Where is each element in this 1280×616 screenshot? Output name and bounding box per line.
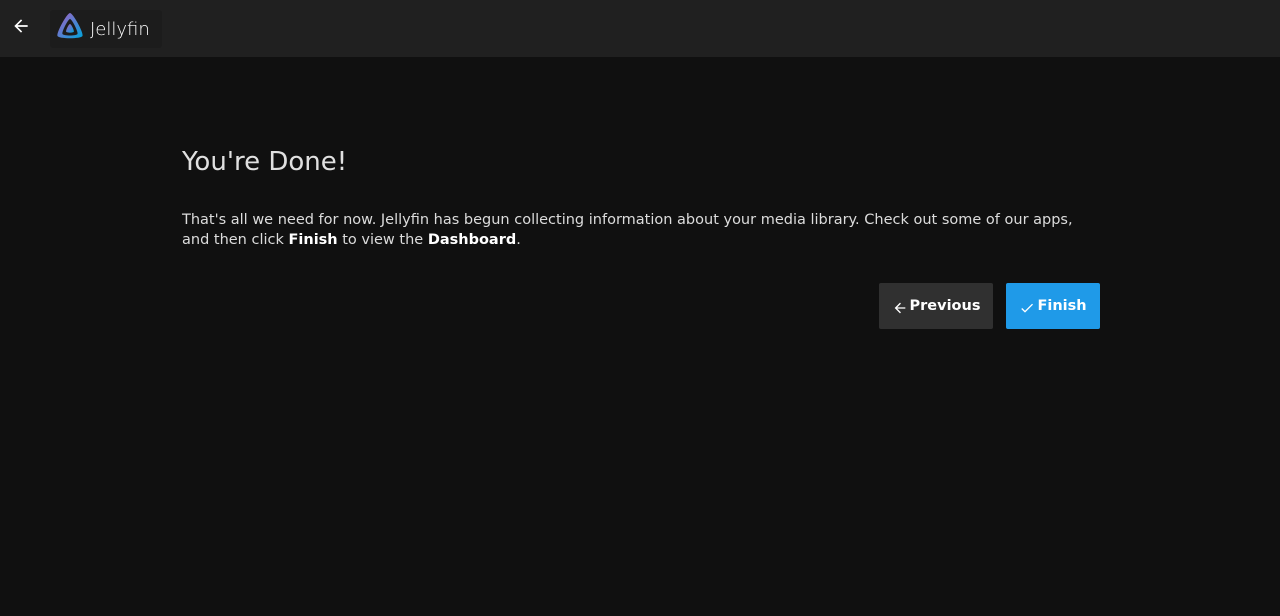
arrow-left-icon <box>11 16 31 40</box>
jellyfin-logo-icon <box>54 11 86 47</box>
finish-button[interactable]: Finish <box>1006 283 1100 329</box>
wizard-finish-page: You're Done! That's all we need for now.… <box>182 140 1100 250</box>
previous-button-label: Previous <box>909 298 981 314</box>
brand-name: Jellyfin <box>90 18 150 40</box>
description-text-3: . <box>516 232 521 248</box>
description-dashboard-emphasis: Dashboard <box>427 232 517 248</box>
home-logo-link[interactable]: Jellyfin <box>50 10 162 48</box>
back-button[interactable] <box>6 12 36 44</box>
page-title: You're Done! <box>182 147 348 177</box>
page-description: That's all we need for now. Jellyfin has… <box>182 210 1100 250</box>
description-finish-emphasis: Finish <box>288 232 338 248</box>
app-header: Jellyfin <box>0 0 1280 57</box>
finish-button-label: Finish <box>1037 298 1087 314</box>
arrow-left-icon <box>892 300 908 316</box>
previous-button[interactable]: Previous <box>879 283 993 329</box>
check-icon <box>1019 300 1035 316</box>
description-text-2: to view the <box>337 232 428 248</box>
